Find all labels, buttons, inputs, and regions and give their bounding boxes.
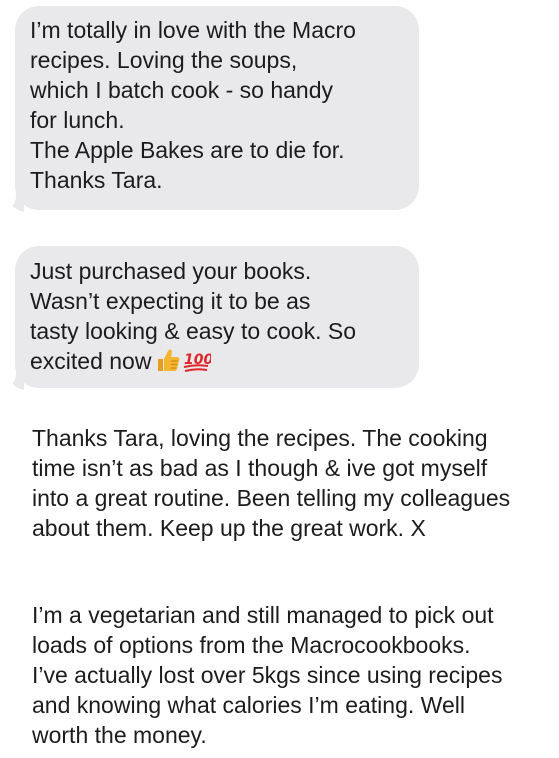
message-text-line: I’m a vegetarian and still managed to pi… <box>32 602 494 628</box>
message-text-line: into a great routine. Been telling my co… <box>32 485 511 511</box>
message-text-line: Thanks Tara, loving the recipes. The coo… <box>32 425 488 451</box>
message-bubble-2: Just purchased your books. Wasn’t expect… <box>15 246 419 388</box>
message-text-block-3: Thanks Tara, loving the recipes. The coo… <box>32 423 552 543</box>
message-text-line: excited now 100 <box>30 346 419 380</box>
message-bubble-1: I’m totally in love with the Macro recip… <box>15 6 419 210</box>
message-text-line: time isn’t as bad as I though & ive got … <box>32 455 488 481</box>
message-text-line: loads of options from the Macrocookbooks… <box>32 632 471 658</box>
message-text-line: tasty looking & easy to cook. So <box>30 318 357 344</box>
message-text-line: about them. Keep up the great work. X <box>32 515 426 541</box>
message-text-block-4: I’m a vegetarian and still managed to pi… <box>32 600 552 750</box>
message-text-line: Just purchased your books. <box>30 258 312 284</box>
message-text-line: I’ve actually lost over 5kgs since using… <box>32 662 503 688</box>
message-text-fragment: excited now <box>30 348 152 374</box>
message-text-line: Wasn’t expecting it to be as <box>30 288 311 314</box>
message-text-line: worth the money. <box>32 722 207 748</box>
hundred-points-icon: 100 <box>181 347 214 380</box>
emoji-group: 100 <box>155 346 214 380</box>
message-text-line: and knowing what calories I’m eating. We… <box>32 692 465 718</box>
message-text-line: which I batch cook - so handy <box>30 77 333 103</box>
message-text-line: I’m totally in love with the Macro <box>30 17 356 43</box>
thumbs-up-icon <box>155 347 181 380</box>
message-text-line: The Apple Bakes are to die for. <box>30 137 345 163</box>
message-text-line: Thanks Tara. <box>30 167 163 193</box>
bubble-tail <box>2 192 24 212</box>
bubble-tail <box>2 370 24 390</box>
message-text-line: recipes. Loving the soups, <box>30 47 298 73</box>
message-text-line: for lunch. <box>30 107 125 133</box>
